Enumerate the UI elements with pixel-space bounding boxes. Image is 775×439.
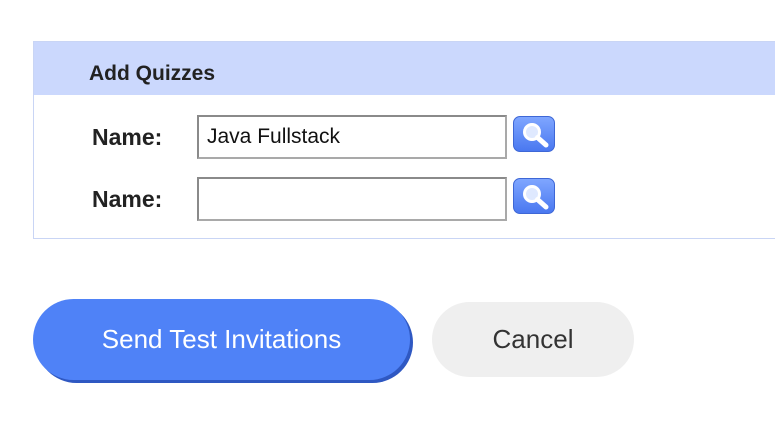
add-quizzes-panel: Add Quizzes Name: Name:	[33, 41, 775, 239]
panel-title: Add Quizzes	[89, 62, 216, 85]
quiz-name-row: Name:	[34, 177, 775, 223]
cancel-button[interactable]: Cancel	[432, 302, 634, 377]
quiz-search-button[interactable]	[513, 178, 555, 214]
panel-header: Add Quizzes	[34, 42, 775, 95]
quiz-name-input[interactable]	[197, 177, 507, 221]
send-test-invitations-button[interactable]: Send Test Invitations	[33, 299, 410, 380]
name-label: Name:	[92, 186, 163, 212]
quiz-name-input[interactable]	[197, 115, 507, 159]
quiz-search-button[interactable]	[513, 116, 555, 152]
search-icon	[523, 185, 549, 210]
quiz-name-row: Name:	[34, 115, 775, 161]
name-label: Name:	[92, 124, 163, 150]
search-icon	[523, 123, 549, 148]
